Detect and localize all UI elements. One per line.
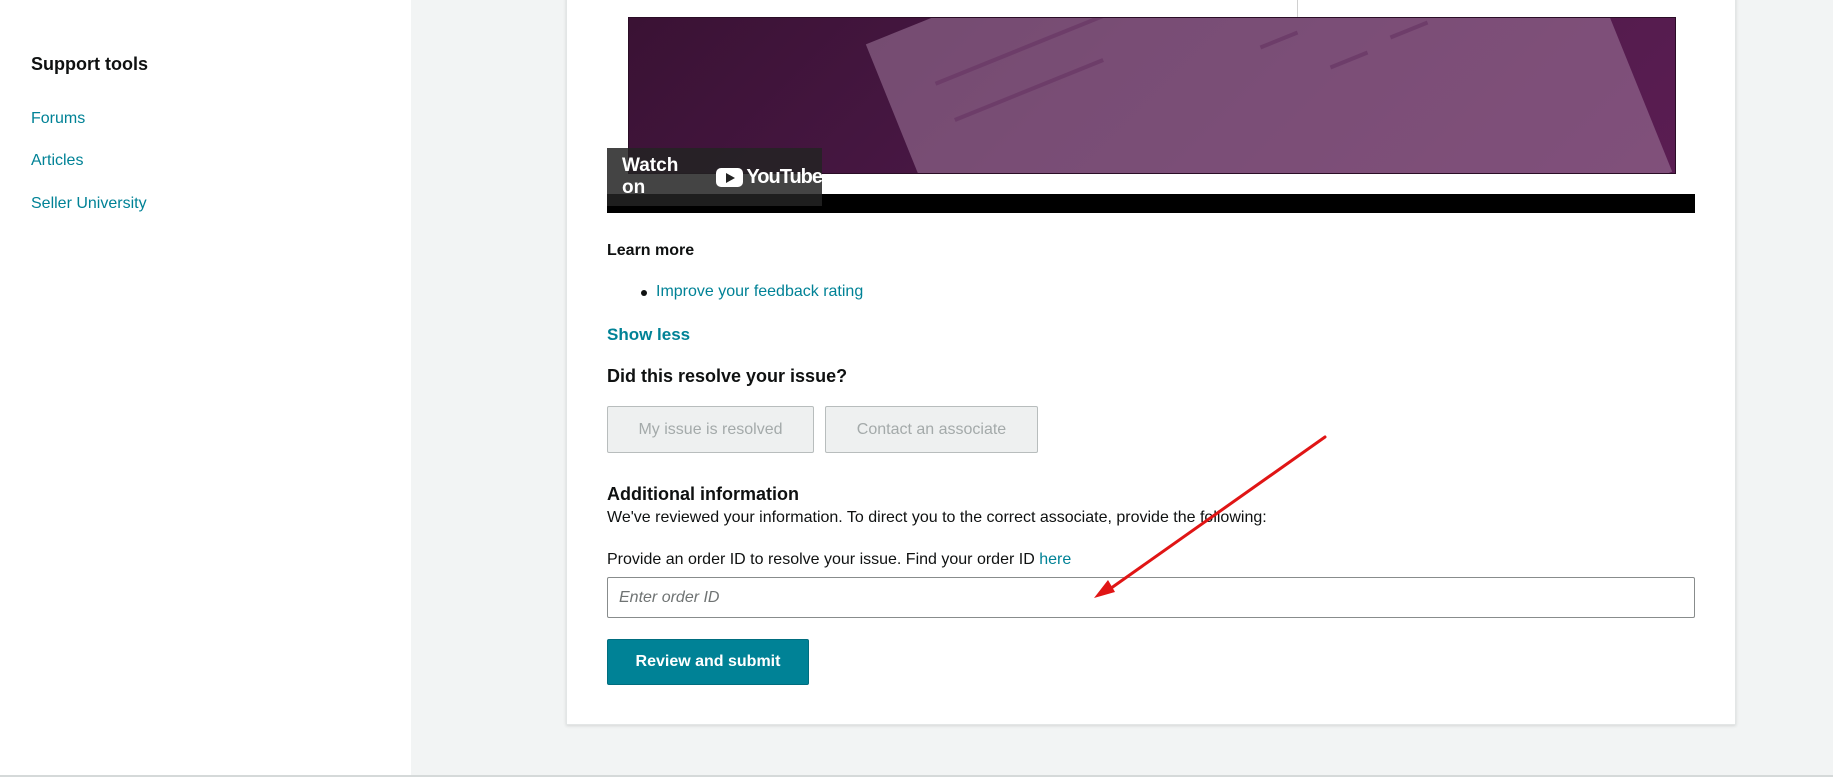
watch-on-label: Watch on	[622, 155, 679, 198]
video-white-strip	[628, 0, 1298, 17]
bullet-icon	[641, 290, 647, 296]
additional-info-title: Additional information	[607, 484, 799, 504]
sidebar: Support tools Forums Articles Seller Uni…	[0, 0, 411, 777]
sidebar-title: Support tools	[31, 54, 148, 74]
youtube-wordmark: YouTube	[746, 165, 823, 188]
issue-resolved-button[interactable]: My issue is resolved	[607, 406, 814, 453]
improve-feedback-rating-link[interactable]: Improve your feedback rating	[656, 283, 863, 301]
order-id-input[interactable]	[607, 577, 1695, 618]
learn-more-heading: Learn more	[607, 242, 695, 259]
order-id-prompt: Provide an order ID to resolve your issu…	[607, 551, 1071, 569]
sidebar-link-seller-university[interactable]: Seller University	[31, 195, 147, 213]
sidebar-link-articles[interactable]: Articles	[31, 152, 83, 170]
review-and-submit-button[interactable]: Review and submit	[607, 639, 809, 685]
youtube-logo: YouTube	[716, 165, 823, 189]
order-id-prompt-text: Provide an order ID to resolve your issu…	[607, 551, 1035, 568]
sidebar-link-forums[interactable]: Forums	[31, 110, 85, 128]
additional-info-description: We've reviewed your information. To dire…	[607, 509, 1267, 526]
resolve-question: Did this resolve your issue?	[607, 366, 848, 386]
video-embed[interactable]: Watch on YouTube	[607, 0, 1695, 213]
find-order-id-link[interactable]: here	[1039, 551, 1071, 568]
show-less-link[interactable]: Show less	[607, 325, 690, 345]
contact-associate-button[interactable]: Contact an associate	[825, 406, 1038, 453]
youtube-play-icon	[716, 167, 744, 187]
watch-on-youtube-button[interactable]: Watch on YouTube	[607, 148, 823, 206]
